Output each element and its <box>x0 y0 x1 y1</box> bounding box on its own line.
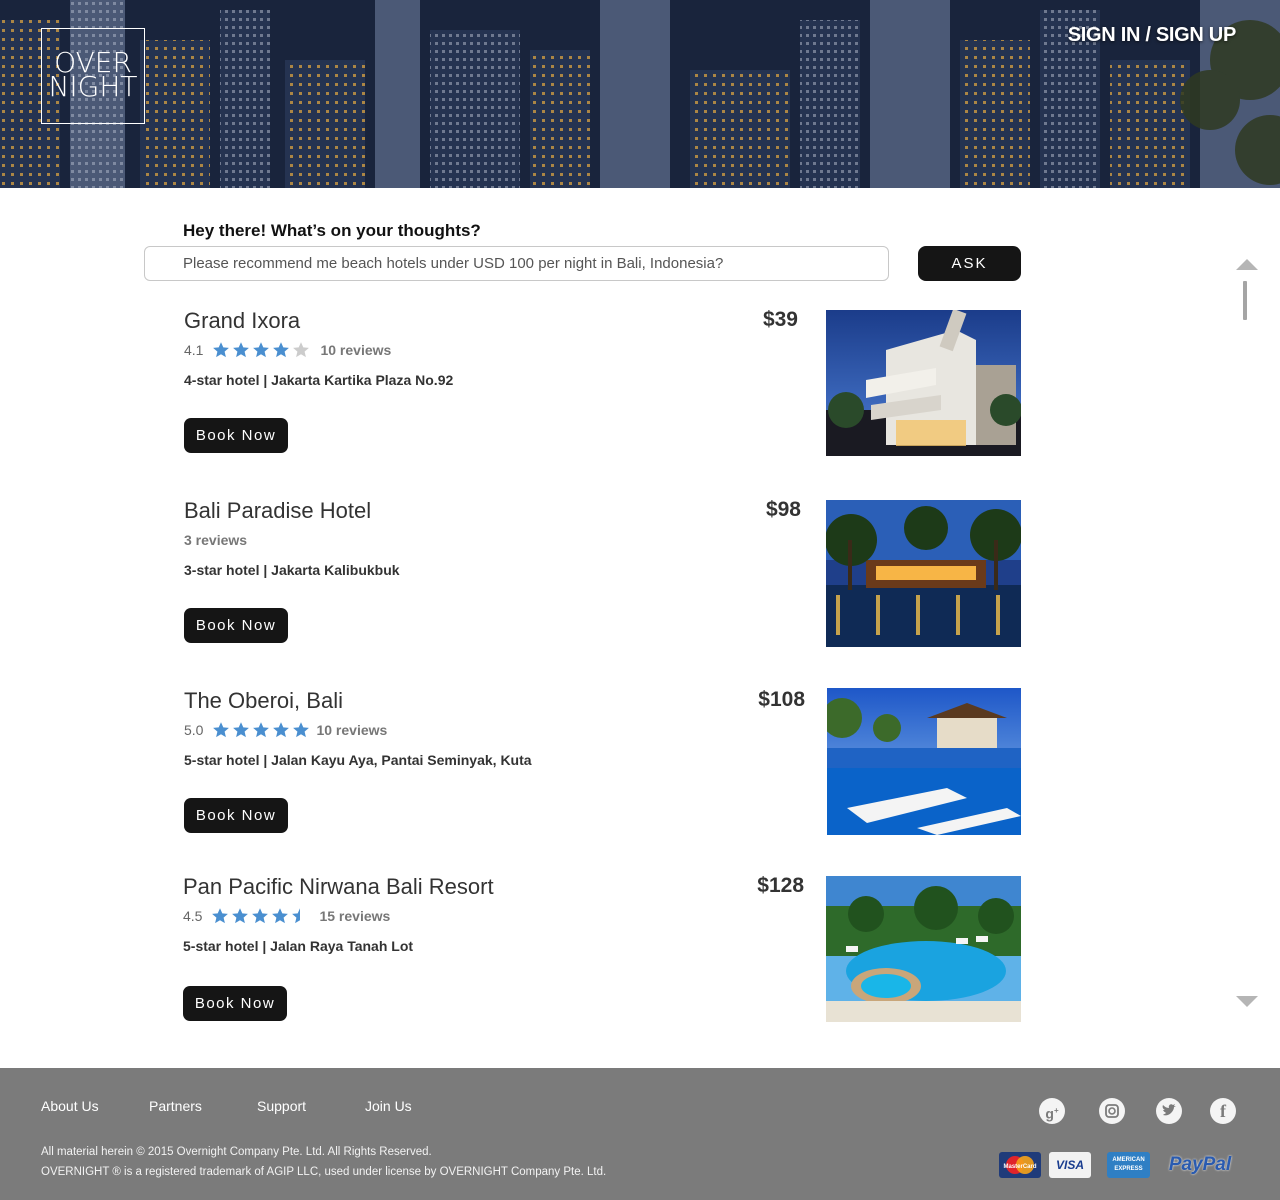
rating-row: 3 reviews <box>184 530 247 550</box>
copyright-line: All material herein © 2015 Overnight Com… <box>41 1146 432 1158</box>
star-icon <box>233 722 250 738</box>
reviews-count-link[interactable]: 3 reviews <box>184 532 247 548</box>
star-icon <box>212 908 229 924</box>
amex-text: AMERICAN EXPRESS <box>1112 1157 1145 1172</box>
hotel-photo[interactable] <box>826 310 1021 456</box>
footer-link-about-us[interactable]: About Us <box>41 1098 99 1114</box>
hotel-name[interactable]: Grand Ixora <box>184 308 300 334</box>
hotel-category-address: 3-star hotel | Jakarta Kalibukbuk <box>184 562 400 578</box>
reviews-count-link[interactable]: 15 reviews <box>319 908 390 924</box>
rating-row: 5.0 10 reviews <box>184 720 387 740</box>
mastercard-logo: MasterCard <box>999 1152 1041 1178</box>
visa-text: VISA <box>1055 1158 1084 1172</box>
book-now-button[interactable]: Book Now <box>184 418 288 453</box>
star-icon <box>232 908 249 924</box>
footer: About Us Partners Support Join Us All ma… <box>0 1068 1280 1200</box>
hotel-name[interactable]: Bali Paradise Hotel <box>184 498 371 524</box>
rating-value: 4.1 <box>184 342 204 358</box>
hotel-card-pan-pacific: Pan Pacific Nirwana Bali Resort $128 4.5… <box>0 874 1280 1024</box>
star-icon <box>213 342 230 358</box>
rating-row: 4.5 15 reviews <box>183 906 390 926</box>
american-express-logo: AMERICAN EXPRESS <box>1107 1152 1150 1178</box>
rating-value: 5.0 <box>184 722 204 738</box>
hotel-category-address: 5-star hotel | Jalan Raya Tanah Lot <box>183 938 414 954</box>
mastercard-circles: MasterCard <box>1003 1156 1037 1174</box>
footer-link-support[interactable]: Support <box>257 1098 306 1114</box>
hotel-photo[interactable] <box>826 876 1021 1022</box>
question-input[interactable] <box>144 246 889 281</box>
sign-in-sign-up-link[interactable]: SIGN IN / SIGN UP <box>1068 24 1237 47</box>
hotel-resort-pool-image <box>826 876 1021 1022</box>
footer-link-join-us[interactable]: Join Us <box>365 1098 412 1114</box>
hotel-category-address: 5-star hotel | Jalan Kayu Aya, Pantai Se… <box>184 752 532 768</box>
twitter-icon[interactable] <box>1156 1098 1182 1124</box>
trademark-line: OVERNIGHT ® is a registered trademark of… <box>41 1166 607 1178</box>
hotel-price: $108 <box>758 688 805 711</box>
hotel-card-grand-ixora: Grand Ixora $39 4.1 10 reviews 4-star ho… <box>0 308 1280 458</box>
star-icon <box>293 342 310 358</box>
hotel-name[interactable]: Pan Pacific Nirwana Bali Resort <box>183 874 494 900</box>
hotel-price: $98 <box>765 498 801 521</box>
reviews-count-link[interactable]: 10 reviews <box>316 722 387 738</box>
hero-banner: OVER NIGHT SIGN IN / SIGN UP <box>0 0 1280 188</box>
star-icon <box>213 722 230 738</box>
hotel-pool-night-image <box>826 500 1021 647</box>
twitter-bird-glyph <box>1162 1104 1176 1116</box>
question-prompt-label: Hey there! What’s on your thoughts? <box>183 221 481 240</box>
paypal-text: PayPal <box>1168 1154 1232 1175</box>
hotel-card-bali-paradise: Bali Paradise Hotel $98 3 reviews 3-star… <box>0 498 1280 648</box>
visa-logo: VISA <box>1049 1152 1091 1178</box>
rating-value: 4.5 <box>183 908 203 924</box>
star-icon <box>292 908 309 924</box>
star-rating <box>212 341 310 359</box>
hotel-price: $39 <box>762 308 798 331</box>
star-rating <box>211 907 309 925</box>
star-icon <box>253 722 270 738</box>
star-icon <box>273 722 290 738</box>
facebook-icon[interactable]: f <box>1210 1098 1236 1124</box>
scroll-up-arrow-icon[interactable] <box>1236 259 1258 270</box>
star-icon <box>273 342 290 358</box>
google-plus-icon[interactable]: g+ <box>1039 1098 1065 1124</box>
book-now-button[interactable]: Book Now <box>184 798 288 833</box>
hotel-price: $128 <box>757 874 804 897</box>
paypal-logo: PayPal <box>1162 1152 1238 1178</box>
hotel-card-the-oberoi: The Oberoi, Bali $108 5.0 10 reviews 5-s… <box>0 688 1280 838</box>
overnight-logo[interactable]: OVER NIGHT <box>41 28 145 124</box>
star-icon <box>233 342 250 358</box>
star-rating <box>212 721 310 739</box>
star-icon <box>252 908 269 924</box>
logo-line-night: NIGHT <box>48 70 138 103</box>
book-now-button[interactable]: Book Now <box>184 608 288 643</box>
ask-button[interactable]: ASK <box>918 246 1021 281</box>
star-icon <box>272 908 289 924</box>
book-now-button[interactable]: Book Now <box>183 986 287 1021</box>
hotel-photo[interactable] <box>827 688 1021 835</box>
rating-row: 4.1 10 reviews <box>184 340 391 360</box>
instagram-glyph <box>1105 1104 1119 1118</box>
reviews-count-link[interactable]: 10 reviews <box>320 342 391 358</box>
star-icon <box>253 342 270 358</box>
hotel-building-image <box>826 310 1021 456</box>
star-icon <box>293 722 310 738</box>
mastercard-text: MasterCard <box>1003 1164 1036 1170</box>
hotel-infinity-pool-image <box>827 688 1021 835</box>
copyright-text: All material herein © 2015 Overnight Com… <box>41 1142 606 1182</box>
hotel-category-address: 4-star hotel | Jakarta Kartika Plaza No.… <box>184 372 454 388</box>
hotel-photo[interactable] <box>826 500 1021 647</box>
instagram-icon[interactable] <box>1099 1098 1125 1124</box>
hotel-name[interactable]: The Oberoi, Bali <box>184 688 343 714</box>
footer-link-partners[interactable]: Partners <box>149 1098 202 1114</box>
